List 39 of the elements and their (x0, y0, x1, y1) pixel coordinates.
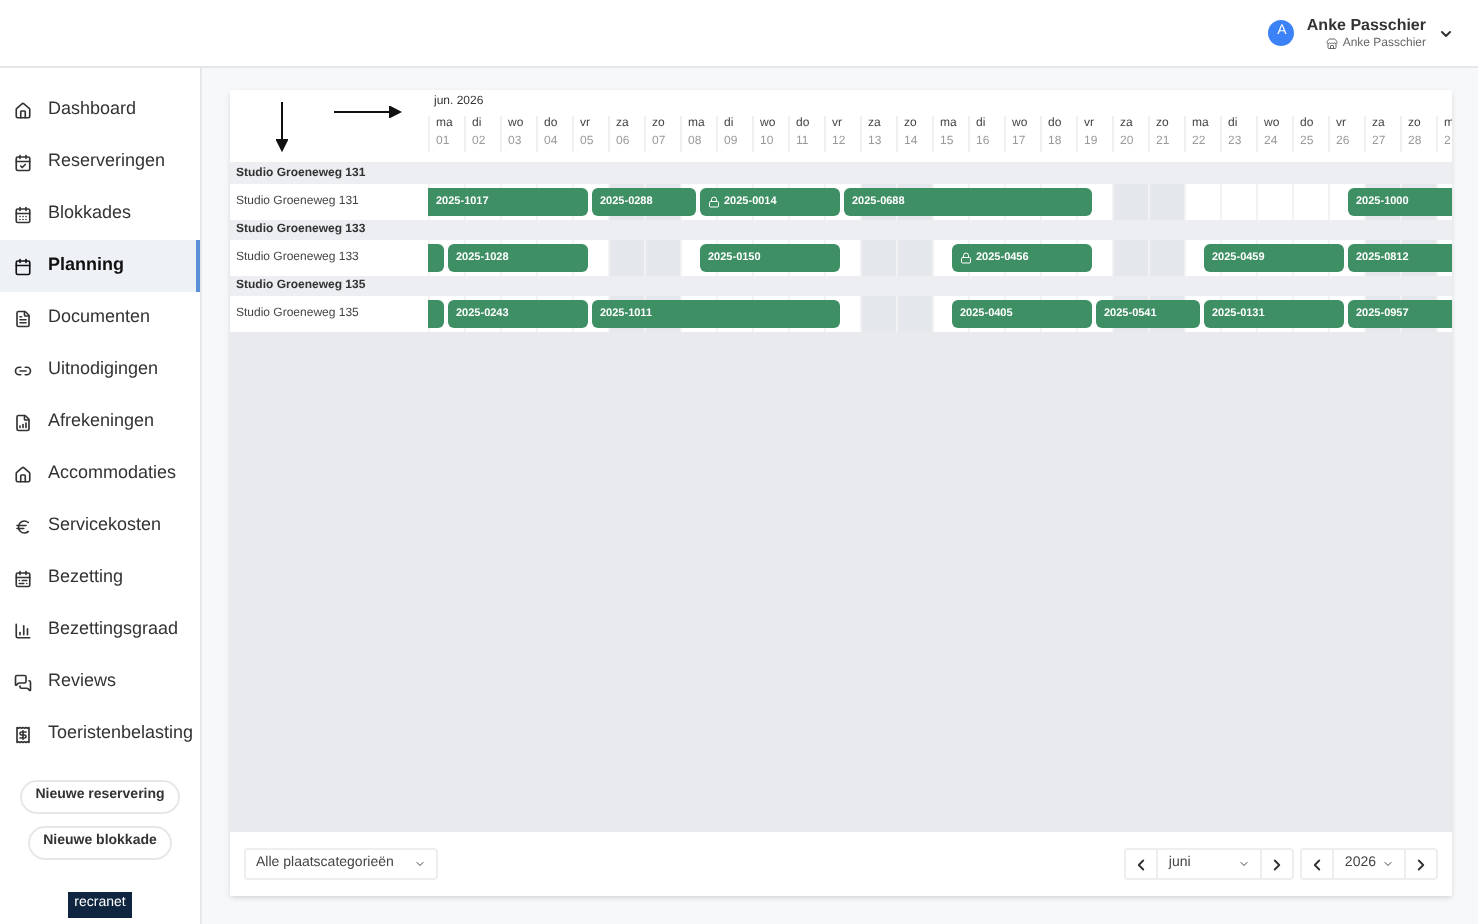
link-icon (14, 361, 32, 379)
receipt-icon (14, 725, 32, 743)
lock-icon (708, 196, 720, 208)
house-icon (14, 465, 32, 483)
home-icon (14, 101, 32, 119)
right-arrow-icon (334, 106, 402, 118)
down-arrow-icon (276, 102, 288, 152)
calendar-check-icon (14, 153, 32, 171)
sidebar-item[interactable]: Reviews (0, 656, 200, 708)
calendar-icon (14, 569, 32, 587)
sidebar-item[interactable]: Blokkades (0, 188, 200, 240)
sidebar-item[interactable]: Uitnodigingen (0, 344, 200, 396)
bar-chart-icon (14, 621, 32, 639)
chat-icon (14, 673, 32, 691)
next-year-button[interactable] (1412, 855, 1430, 873)
lock-icon (960, 252, 972, 264)
store-icon (1326, 37, 1339, 49)
document-chart-icon (14, 413, 32, 431)
sidebar-item[interactable]: Toeristenbelasting (0, 708, 200, 760)
sidebar-item[interactable]: Servicekosten (0, 500, 200, 552)
euro-icon (14, 517, 32, 535)
sidebar-item[interactable]: Afrekeningen (0, 396, 200, 448)
calendar-icon (14, 205, 32, 223)
booking-bar[interactable] (428, 300, 444, 328)
sidebar-item[interactable]: Documenten (0, 292, 200, 344)
booking-bar[interactable] (428, 244, 444, 272)
sidebar-item[interactable]: Bezettingsgraad (0, 604, 200, 656)
sidebar-item[interactable]: Planning (0, 240, 200, 292)
sidebar-item[interactable]: Bezetting (0, 552, 200, 604)
caret-icon[interactable] (1438, 25, 1454, 41)
calendar-icon (14, 257, 32, 275)
sidebar-item[interactable]: Reserveringen (0, 136, 200, 188)
sidebar-item[interactable]: Dashboard (0, 84, 200, 136)
sidebar-item[interactable]: Accommodaties (0, 448, 200, 500)
user-name: Anke Passchier (1306, 15, 1426, 35)
caret-icon (1382, 858, 1394, 870)
caret-icon (413, 858, 426, 870)
caret-icon (1238, 858, 1251, 870)
document-icon (14, 309, 32, 327)
